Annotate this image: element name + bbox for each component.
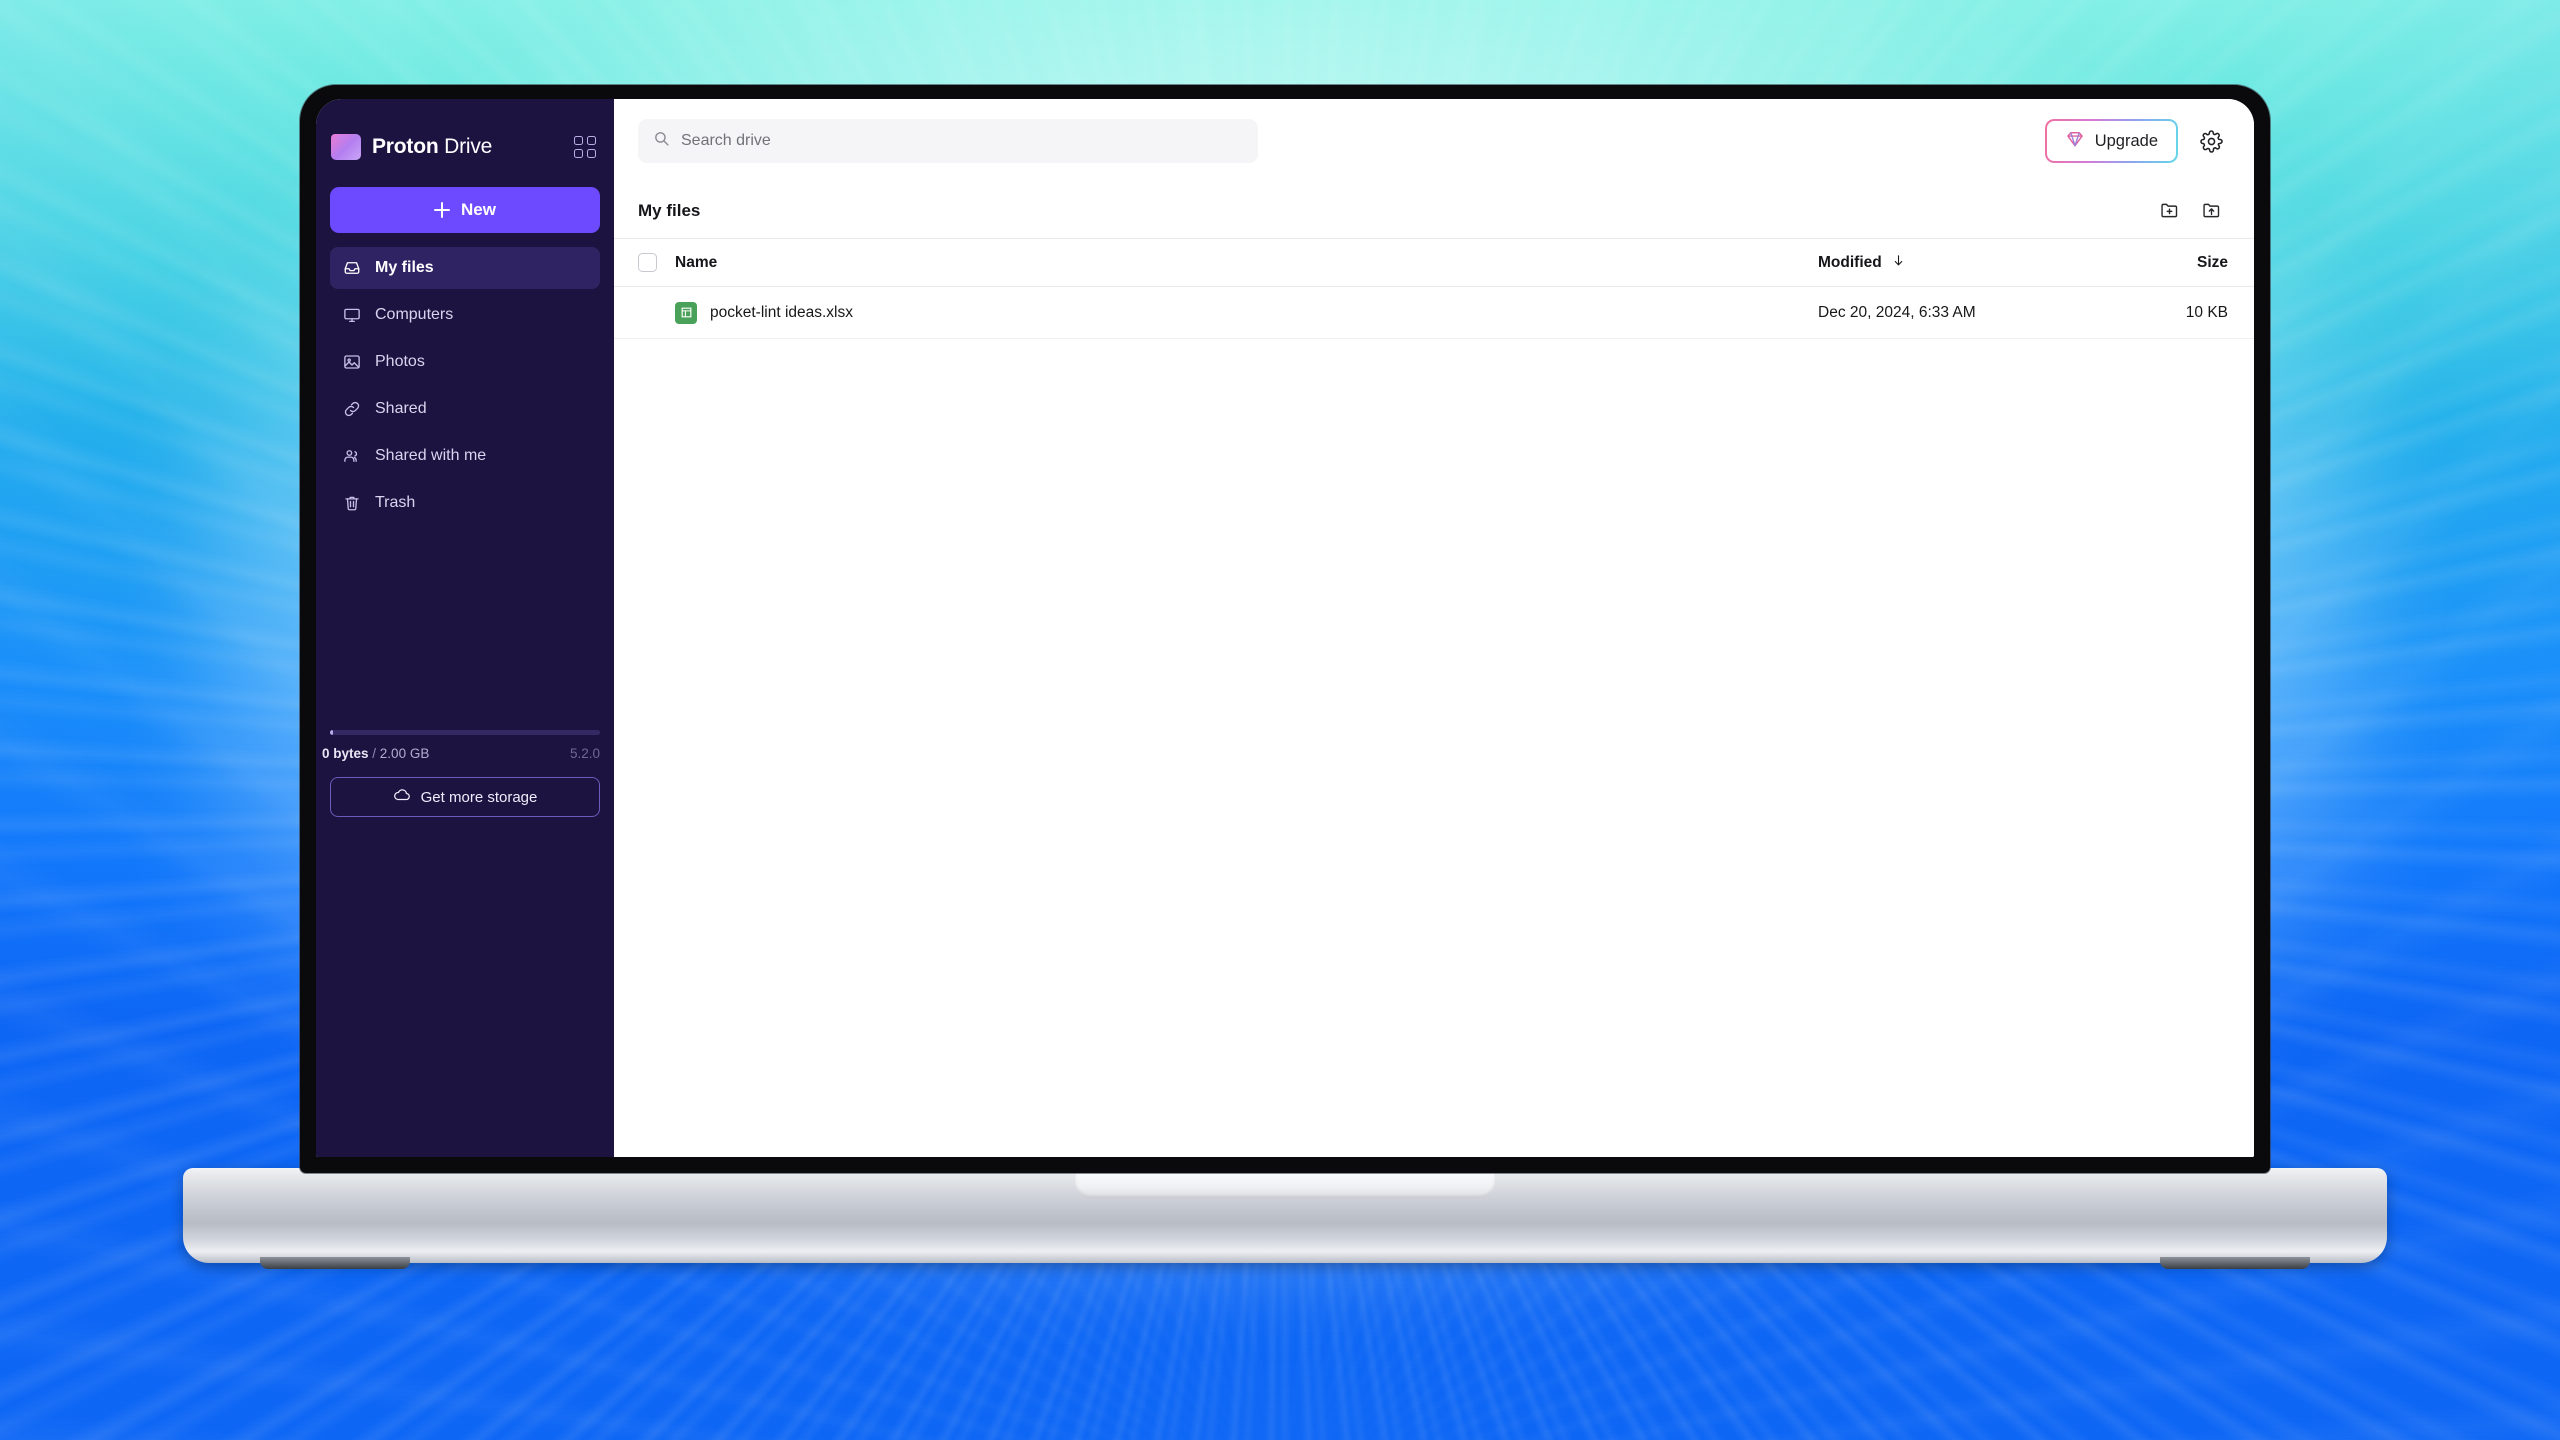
folder-plus-icon[interactable] [2152, 194, 2186, 228]
laptop-lid: Proton Drive New My files Computers Phot… [300, 85, 2270, 1173]
table-header: Name Modified Size [614, 239, 2254, 287]
image-icon [342, 352, 362, 372]
file-list: pocket-lint ideas.xlsx Dec 20, 2024, 6:3… [614, 287, 2254, 1157]
upgrade-button[interactable]: Upgrade [2044, 119, 2178, 163]
file-name: pocket-lint ideas.xlsx [710, 303, 854, 321]
get-more-storage-button[interactable]: Get more storage [330, 777, 600, 817]
sidebar-item-photos[interactable]: Photos [330, 341, 600, 383]
sidebar-item-label: Trash [375, 494, 416, 511]
search-input[interactable]: Search drive [638, 119, 1258, 163]
sidebar-item-shared-with-me[interactable]: Shared with me [330, 435, 600, 477]
sidebar-nav: My files Computers Photos Shared Shared … [316, 247, 614, 529]
column-header-modified[interactable]: Modified [1818, 253, 2118, 273]
search-placeholder: Search drive [681, 132, 771, 149]
brand-name: Proton Drive [372, 135, 492, 159]
storage-text: 0 bytes / 2.00 GB 5.2.0 [322, 746, 600, 761]
sidebar-item-trash[interactable]: Trash [330, 482, 600, 524]
page-title: My files [638, 200, 701, 220]
app-grid-icon[interactable] [574, 136, 596, 158]
sidebar-item-label: My files [375, 259, 434, 276]
sidebar-item-computers[interactable]: Computers [330, 294, 600, 336]
sidebar-item-label: Computers [375, 306, 454, 323]
file-name-cell: pocket-lint ideas.xlsx [675, 301, 1818, 324]
users-icon [342, 446, 362, 466]
inbox-icon [342, 258, 362, 278]
cloud-icon [393, 786, 411, 808]
table-row[interactable]: pocket-lint ideas.xlsx Dec 20, 2024, 6:3… [614, 287, 2254, 339]
sidebar-item-my-files[interactable]: My files [330, 247, 600, 289]
upgrade-label: Upgrade [2094, 131, 2158, 150]
sidebar-item-label: Photos [375, 353, 425, 370]
plus-icon [434, 202, 451, 218]
sidebar-item-shared[interactable]: Shared [330, 388, 600, 430]
column-header-size[interactable]: Size [2118, 254, 2228, 272]
laptop-base-lip [1075, 1172, 1495, 1198]
file-size: 10 KB [2185, 303, 2228, 321]
app-version: 5.2.0 [569, 746, 600, 761]
storage-total: 2.00 GB [379, 746, 430, 761]
arrow-down-icon [1891, 253, 1906, 273]
laptop-screen: Proton Drive New My files Computers Phot… [316, 99, 2254, 1157]
storage-separator: / [368, 746, 380, 761]
top-bar: Search drive Upgrade [614, 99, 2254, 183]
sidebar-item-label: Shared [375, 400, 427, 417]
storage-progress-bar [330, 730, 600, 735]
new-button-label: New [461, 200, 496, 219]
file-modified: Dec 20, 2024, 6:33 AM [1818, 303, 1976, 321]
trash-icon [342, 493, 362, 513]
search-icon [653, 130, 670, 152]
sidebar-filler [316, 817, 614, 1157]
brand-name-light: Drive [438, 135, 493, 158]
new-button[interactable]: New [330, 187, 600, 233]
column-header-modified-label: Modified [1818, 253, 1882, 271]
sidebar: Proton Drive New My files Computers Phot… [316, 99, 614, 1157]
folder-upload-icon[interactable] [2194, 194, 2228, 228]
select-all-checkbox[interactable] [638, 253, 657, 272]
get-more-storage-label: Get more storage [420, 788, 538, 806]
proton-drive-folder-logo-icon [331, 134, 361, 160]
page-header: My files [614, 183, 2254, 239]
link-icon [342, 399, 362, 419]
storage-section: 0 bytes / 2.00 GB 5.2.0 [316, 730, 614, 761]
storage-progress-fill [330, 730, 333, 735]
sidebar-footer: 0 bytes / 2.00 GB 5.2.0 Get more storage [316, 730, 614, 1157]
monitor-icon [342, 305, 362, 325]
storage-used: 0 bytes [322, 746, 369, 761]
laptop-mockup: Proton Drive New My files Computers Phot… [183, 0, 2387, 1315]
laptop-foot-right [2160, 1257, 2310, 1269]
spreadsheet-file-icon [675, 301, 697, 324]
gem-icon [2065, 129, 2085, 154]
sidebar-header: Proton Drive [316, 121, 614, 173]
gear-icon[interactable] [2194, 124, 2228, 158]
storage-amounts: 0 bytes / 2.00 GB [322, 746, 429, 761]
sidebar-item-label: Shared with me [375, 447, 487, 464]
row-checkbox[interactable] [638, 303, 657, 322]
brand-name-bold: Proton [372, 135, 439, 158]
brand[interactable]: Proton Drive [322, 134, 492, 160]
column-header-name[interactable]: Name [675, 254, 1818, 272]
main-content: Search drive Upgrade My files Name Modif… [614, 99, 2254, 1157]
laptop-foot-left [260, 1257, 410, 1269]
